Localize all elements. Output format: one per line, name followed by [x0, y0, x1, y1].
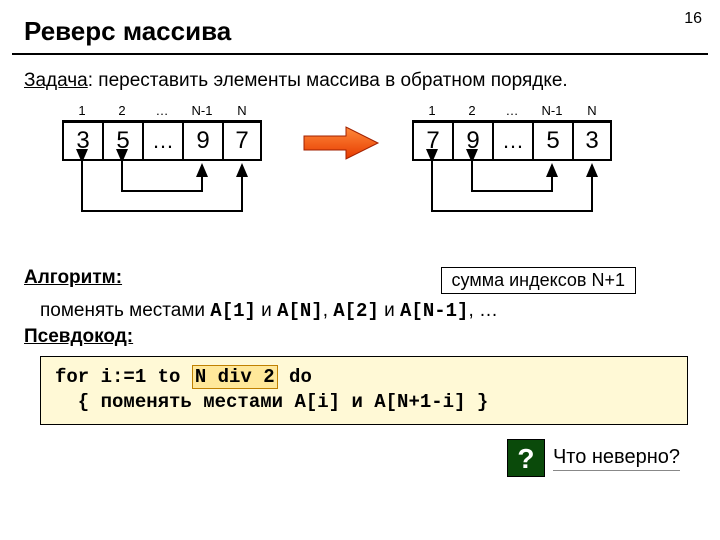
- question-text: Что неверно?: [553, 446, 680, 471]
- idx-cell: N-1: [182, 103, 222, 121]
- algorithm-text: поменять местами A[1] и A[N], A[2] и A[N…: [0, 300, 720, 326]
- val-cell: 9: [452, 121, 492, 161]
- idx-cell: 1: [412, 103, 452, 121]
- val-cell: 5: [102, 121, 142, 161]
- val-cell: 3: [62, 121, 102, 161]
- val-cell: 5: [532, 121, 572, 161]
- code-line-2: { поменять местами A[i] и A[N+1-i] }: [55, 390, 673, 416]
- idx-cell: N: [572, 103, 612, 121]
- arrays-diagram: 1 2 … N-1 N 3 5 … 9 7 1 2 …: [24, 103, 696, 263]
- val-cell: …: [142, 121, 182, 161]
- val-cell: …: [492, 121, 532, 161]
- idx-cell: 1: [62, 103, 102, 121]
- array-left: 1 2 … N-1 N 3 5 … 9 7: [62, 103, 262, 161]
- title-divider: [12, 53, 708, 55]
- task-text: Задача: переставить элементы массива в о…: [0, 69, 720, 103]
- arrow-right-icon: [302, 125, 380, 166]
- sum-caption: сумма индексов N+1: [441, 267, 636, 294]
- val-cell: 9: [182, 121, 222, 161]
- task-body: : переставить элементы массива в обратно…: [88, 70, 568, 91]
- task-label: Задача: [24, 70, 88, 91]
- page-number: 16: [684, 10, 702, 28]
- idx-cell: …: [492, 103, 532, 121]
- val-cell: 7: [222, 121, 262, 161]
- idx-cell: …: [142, 103, 182, 121]
- val-cell: 3: [572, 121, 612, 161]
- idx-cell: 2: [102, 103, 142, 121]
- val-cell: 7: [412, 121, 452, 161]
- highlight-ndiv2: N div 2: [192, 365, 278, 389]
- idx-cell: 2: [452, 103, 492, 121]
- idx-cell: N-1: [532, 103, 572, 121]
- idx-cell: N: [222, 103, 262, 121]
- question-mark-icon: ?: [507, 439, 545, 477]
- code-line-1: for i:=1 to N div 2 do: [55, 365, 673, 391]
- algorithm-label: Алгоритм:: [24, 267, 122, 289]
- pseudocode-label: Псевдокод:: [0, 326, 720, 352]
- array-right: 1 2 … N-1 N 7 9 … 5 3: [412, 103, 612, 161]
- question-row: ? Что неверно?: [0, 425, 720, 477]
- code-block: for i:=1 to N div 2 do { поменять местам…: [40, 356, 688, 425]
- slide-title: Реверс массива: [0, 0, 720, 53]
